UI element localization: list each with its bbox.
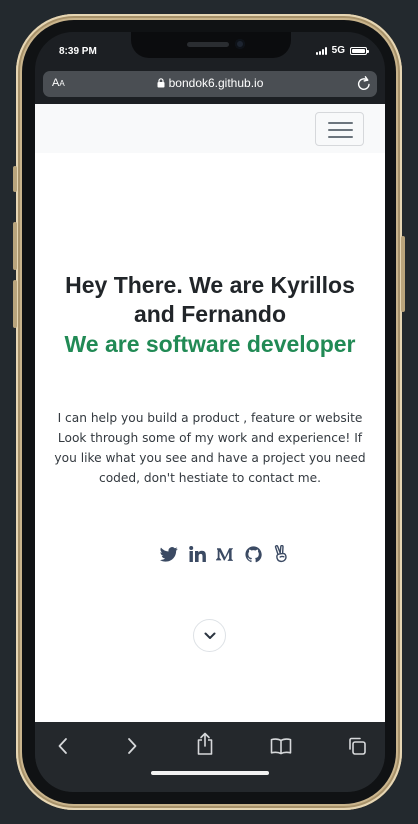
back-icon xyxy=(58,738,67,754)
navbar xyxy=(35,104,385,153)
forward-icon xyxy=(128,738,137,754)
home-indicator xyxy=(151,771,269,775)
browser-toolbar xyxy=(35,722,385,792)
front-camera xyxy=(235,39,245,49)
tabs-icon xyxy=(349,737,366,755)
notch xyxy=(131,32,291,58)
tabs-button[interactable] xyxy=(345,734,369,758)
medium-icon xyxy=(216,548,233,561)
twitter-icon xyxy=(160,546,178,562)
peace-hand-link[interactable] xyxy=(271,544,291,564)
mute-switch xyxy=(13,166,17,192)
hero-subheading: We are software developer xyxy=(64,331,356,357)
scroll-down-button[interactable] xyxy=(193,619,226,652)
volume-down-button xyxy=(13,280,17,328)
hero-description: I can help you build a product , feature… xyxy=(54,411,366,485)
bookmarks-icon xyxy=(270,738,292,755)
social-links xyxy=(159,543,291,565)
battery-icon xyxy=(350,46,369,55)
github-icon xyxy=(244,545,262,562)
reload-icon[interactable] xyxy=(356,75,372,92)
hero-heading: Hey There. We are Kyrillos and Fernando xyxy=(65,272,355,327)
linkedin-icon xyxy=(188,546,206,562)
share-button[interactable] xyxy=(193,732,217,756)
url-display[interactable]: bondok6.github.io xyxy=(43,76,377,90)
network-type: 5G xyxy=(331,45,345,56)
twitter-link[interactable] xyxy=(159,544,179,564)
lock-icon xyxy=(157,78,165,88)
forward-button[interactable] xyxy=(120,734,144,758)
signal-icon xyxy=(315,46,327,55)
peace-hand-icon xyxy=(274,545,287,563)
address-bar[interactable]: AA bondok6.github.io xyxy=(43,71,377,97)
speaker-grille xyxy=(187,42,229,47)
menu-toggle-button[interactable] xyxy=(315,112,364,146)
status-time: 8:39 PM xyxy=(59,46,97,57)
hamburger-icon xyxy=(328,122,353,124)
chevron-down-icon xyxy=(204,632,215,639)
bookmarks-button[interactable] xyxy=(269,734,293,758)
share-icon xyxy=(197,732,213,755)
github-link[interactable] xyxy=(243,544,263,564)
back-button[interactable] xyxy=(51,734,75,758)
phone-screen: 8:39 PM 5G AA bondok6.github.io Hey Ther… xyxy=(35,32,385,792)
status-indicators: 5G xyxy=(315,45,369,56)
volume-up-button xyxy=(13,222,17,270)
power-button xyxy=(401,236,405,312)
url-text: bondok6.github.io xyxy=(168,76,264,90)
linkedin-link[interactable] xyxy=(187,544,207,564)
web-content: Hey There. We are Kyrillos and Fernando … xyxy=(35,104,385,722)
medium-link[interactable] xyxy=(215,544,235,564)
